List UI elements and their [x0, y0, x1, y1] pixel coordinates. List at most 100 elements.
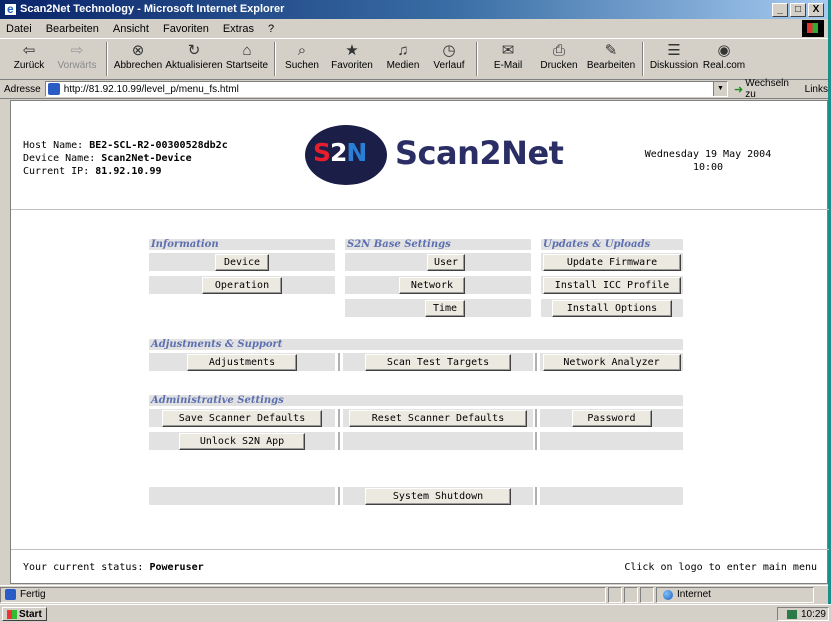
status-value: Poweruser	[149, 562, 204, 573]
globe-icon	[663, 589, 673, 600]
save-scanner-defaults-button[interactable]: Save Scanner Defaults	[162, 409, 322, 427]
adjustments-button[interactable]: Adjustments	[187, 353, 297, 371]
cell-update-firmware: Update Firmware	[541, 253, 683, 271]
go-button[interactable]: ➜ Wechseln zu	[734, 78, 799, 100]
reset-scanner-defaults-button[interactable]: Reset Scanner Defaults	[349, 409, 527, 427]
maximize-button[interactable]: □	[790, 3, 806, 17]
device-button[interactable]: Device	[215, 253, 269, 271]
section-base-settings: S2N Base Settings	[345, 239, 531, 250]
cell-network: Network	[345, 276, 531, 294]
cell-password: Password	[540, 409, 683, 427]
forward-button[interactable]: ⇨ Vorwärts	[52, 39, 102, 79]
toolbar-separator	[476, 42, 478, 76]
stop-button[interactable]: ⊗ Abbrechen	[112, 39, 164, 79]
status-panel	[640, 586, 654, 603]
realcom-button[interactable]: ◉ Real.com	[700, 39, 748, 79]
scan-test-targets-button[interactable]: Scan Test Targets	[365, 353, 511, 371]
back-label: Zurück	[13, 60, 45, 71]
edit-button[interactable]: ✎ Bearbeiten	[584, 39, 638, 79]
toolbar: ⇦ Zurück ⇨ Vorwärts ⊗ Abbrechen ↻ Aktualisieren…	[0, 38, 828, 80]
edit-label: Bearbeiten	[586, 60, 636, 71]
address-bar: Adresse http://81.92.10.99/level_p/menu_…	[0, 78, 828, 100]
time-button[interactable]: Time	[425, 299, 465, 317]
column-divider	[338, 487, 340, 505]
system-tray: 10:29	[777, 607, 829, 621]
address-dropdown-icon[interactable]: ▼	[713, 82, 728, 96]
search-label: Suchen	[285, 60, 319, 71]
current-status: Your current status: Poweruser	[23, 562, 204, 573]
status-main: Fertig	[0, 586, 606, 603]
column-divider	[535, 432, 537, 450]
toolbar-separator	[106, 42, 108, 76]
menu-favoriten[interactable]: Favoriten	[161, 23, 211, 35]
media-button[interactable]: ♫ Medien	[380, 39, 426, 79]
section-adjustments-support: Adjustments & Support	[149, 339, 683, 350]
menu-bearbeiten[interactable]: Bearbeiten	[44, 23, 101, 35]
footer-divider	[11, 549, 829, 550]
refresh-button[interactable]: ↻ Aktualisieren	[164, 39, 224, 79]
update-firmware-button[interactable]: Update Firmware	[543, 253, 681, 271]
discuss-button[interactable]: ☰ Diskussion	[648, 39, 700, 79]
realcom-icon: ◉	[717, 42, 731, 59]
menu-extras[interactable]: Extras	[221, 23, 256, 35]
logo-hint: Click on logo to enter main menu	[624, 562, 817, 573]
menu-ansicht[interactable]: Ansicht	[111, 23, 151, 35]
page-content: Host Name: BE2-SCL-R2-00300528db2c Devic…	[10, 100, 829, 584]
password-button[interactable]: Password	[571, 409, 652, 427]
system-shutdown-button[interactable]: System Shutdown	[365, 487, 511, 505]
favorites-label: Favoriten	[331, 60, 373, 71]
menu-datei[interactable]: Datei	[4, 23, 34, 35]
favorites-button[interactable]: ★ Favoriten	[324, 39, 380, 79]
stop-label: Abbrechen	[113, 60, 163, 71]
cell-save-defaults: Save Scanner Defaults	[149, 409, 335, 427]
install-icc-profile-button[interactable]: Install ICC Profile	[543, 276, 681, 294]
tray-network-icon[interactable]	[786, 609, 797, 619]
menu-help[interactable]: ?	[266, 23, 276, 35]
cell-network-analyzer: Network Analyzer	[540, 353, 683, 371]
host-name-value: BE2-SCL-R2-00300528db2c	[89, 140, 228, 151]
tray-clock: 10:29	[800, 608, 826, 620]
cell-operation: Operation	[149, 276, 335, 294]
back-button[interactable]: ⇦ Zurück	[6, 39, 52, 79]
status-panel	[624, 586, 638, 603]
windows-flag-icon	[802, 20, 824, 37]
cell-adjustments: Adjustments	[149, 353, 335, 371]
history-label: Verlauf	[433, 60, 465, 71]
unlock-s2n-app-button[interactable]: Unlock S2N App	[179, 432, 305, 450]
home-label: Startseite	[225, 60, 269, 71]
discuss-icon: ☰	[667, 42, 681, 59]
window-title: Scan2Net Technology - Microsoft Internet…	[20, 3, 285, 15]
cell-install-options: Install Options	[541, 299, 683, 317]
cell-empty	[540, 432, 683, 450]
scan2net-logo[interactable]: S2N Scan2Net ®	[305, 125, 605, 185]
go-arrow-icon: ➜	[734, 83, 744, 96]
device-name-label: Device Name:	[23, 153, 96, 164]
print-icon: ⎙	[552, 42, 565, 59]
refresh-icon: ↻	[187, 42, 201, 59]
network-analyzer-button[interactable]: Network Analyzer	[542, 353, 681, 371]
status-label: Your current status:	[23, 562, 144, 573]
status-panel	[608, 586, 622, 603]
mail-button[interactable]: ✉ E-Mail	[482, 39, 534, 79]
history-icon: ◷	[442, 42, 456, 59]
forward-label: Vorwärts	[57, 60, 97, 71]
toolbar-separator	[642, 42, 644, 76]
section-administrative: Administrative Settings	[149, 395, 683, 406]
minimize-button[interactable]: _	[772, 3, 788, 17]
address-url: http://81.92.10.99/level_p/menu_fs.html	[63, 83, 239, 95]
menu-bar: Datei Bearbeiten Ansicht Favoriten Extra…	[0, 19, 828, 38]
user-button[interactable]: User	[427, 253, 465, 271]
address-input[interactable]: http://81.92.10.99/level_p/menu_fs.html …	[44, 81, 729, 97]
operation-button[interactable]: Operation	[202, 276, 282, 294]
close-button[interactable]: X	[808, 3, 824, 17]
search-button[interactable]: ⌕ Suchen	[280, 39, 324, 79]
history-button[interactable]: ◷ Verlauf	[426, 39, 472, 79]
start-button[interactable]: Start	[2, 607, 47, 621]
print-button[interactable]: ⎙ Drucken	[534, 39, 584, 79]
cell-user: User	[345, 253, 531, 271]
network-button[interactable]: Network	[399, 276, 465, 294]
install-options-button[interactable]: Install Options	[552, 299, 672, 317]
home-button[interactable]: ⌂ Startseite	[224, 39, 270, 79]
current-ip-value: 81.92.10.99	[95, 166, 162, 177]
links-button[interactable]: Links	[805, 84, 828, 95]
